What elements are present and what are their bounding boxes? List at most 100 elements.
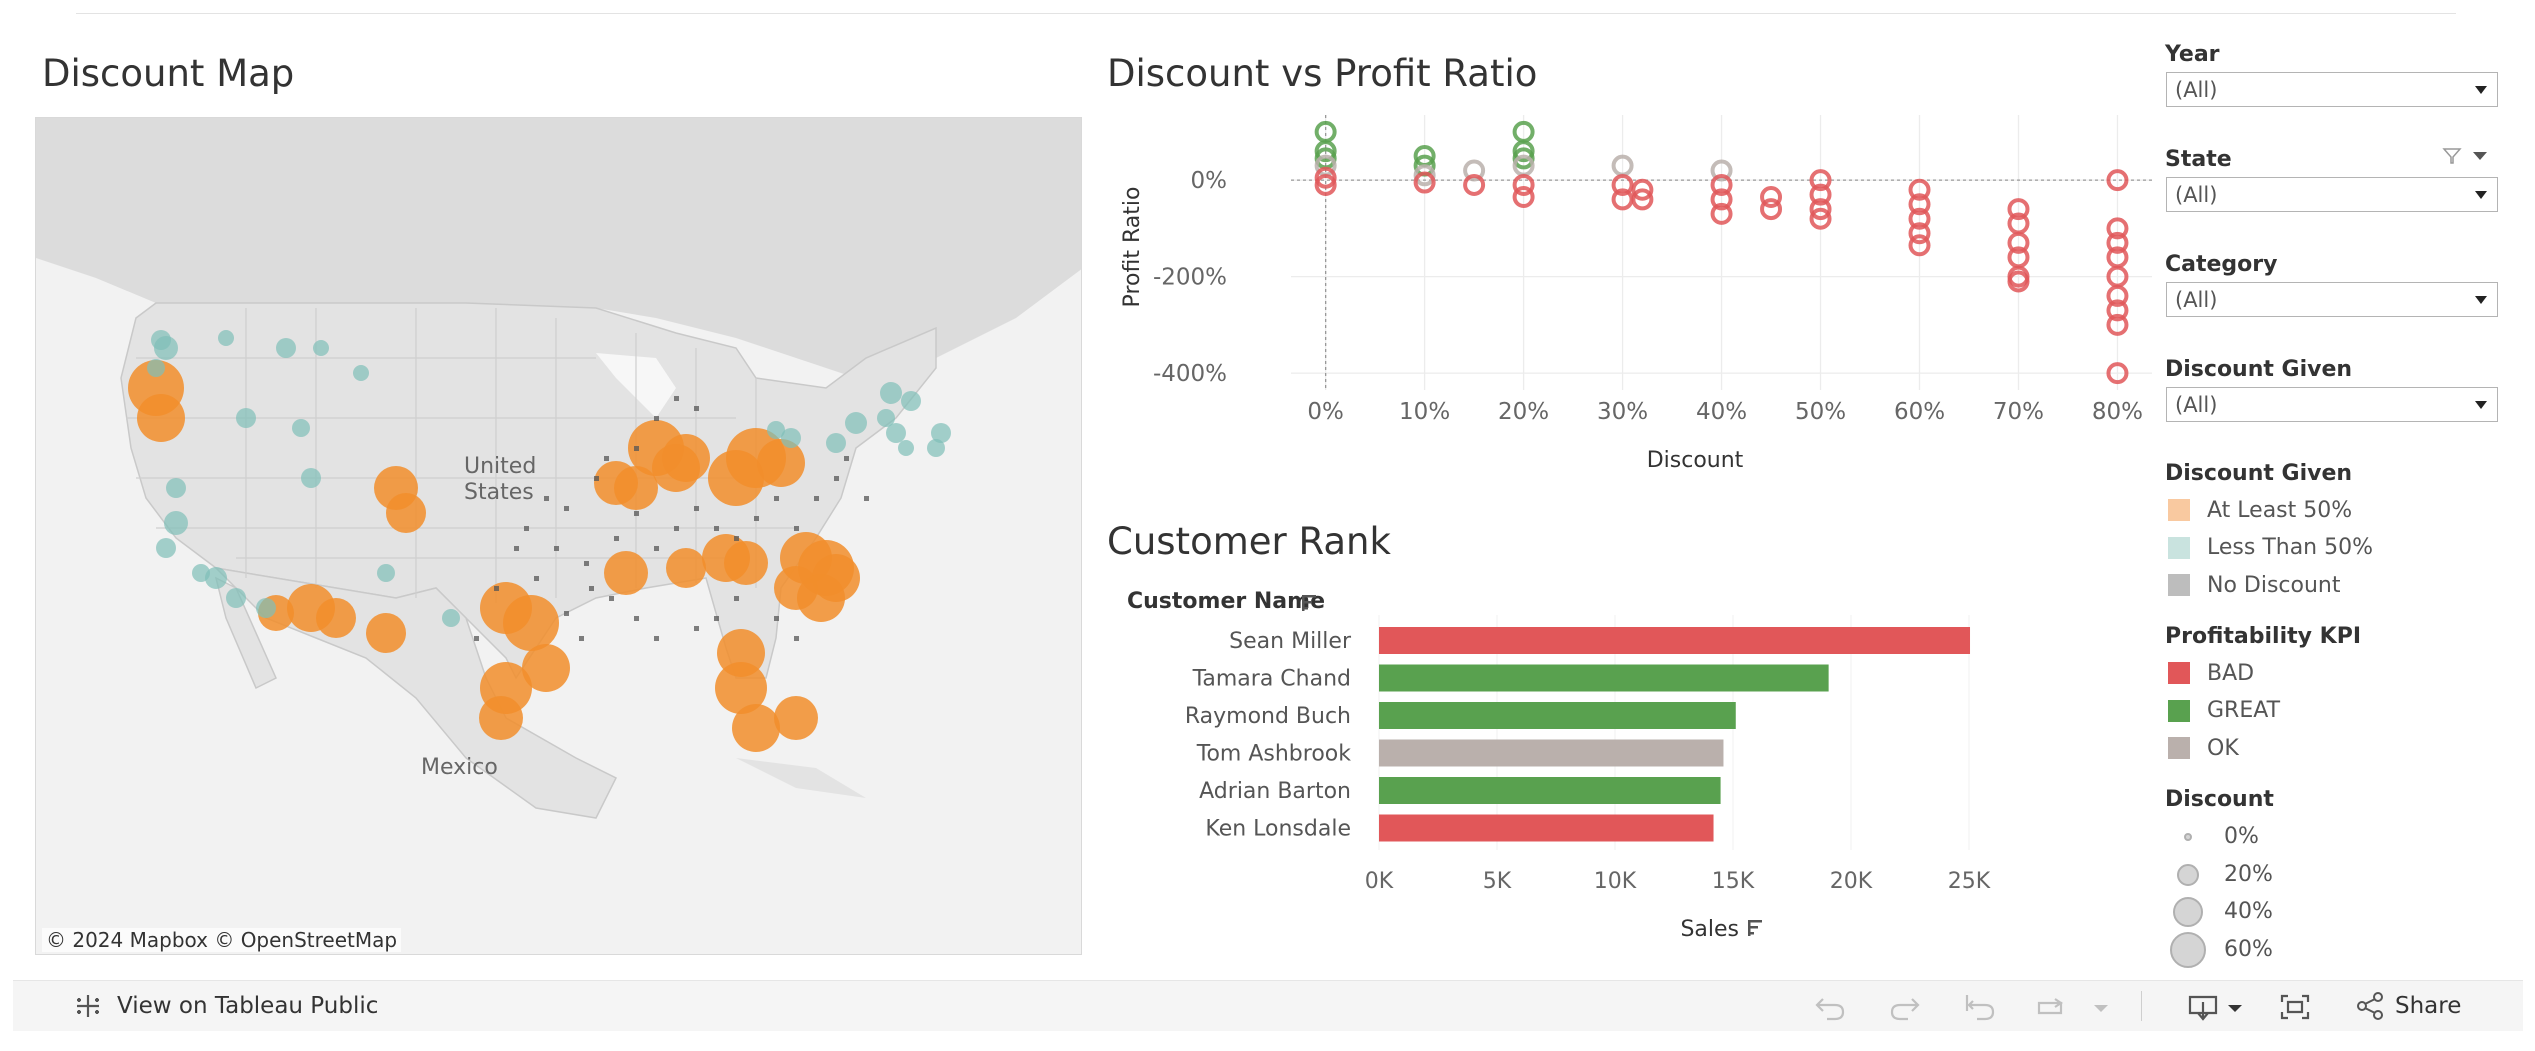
scatter-chart[interactable]: 0% 10% 20% 30% 40% 50% 60% 70% 80% 0% -200% -400% Di… [1107, 105, 2152, 485]
discount-map[interactable]: United States Mexico © 2024 Mapbox © Ope… [35, 117, 1082, 955]
map-marker-teal [236, 408, 256, 428]
map-marker-city [694, 626, 699, 631]
map-marker-teal [377, 564, 395, 582]
map-marker-teal [205, 567, 227, 589]
map-marker-city [734, 596, 739, 601]
map-marker-teal [154, 336, 178, 360]
map-canvas[interactable]: United States Mexico [36, 118, 1082, 955]
size-circle [2170, 931, 2206, 968]
map-marker-orange [724, 541, 768, 585]
legend-label: No Discount [2207, 572, 2341, 598]
bar-ken-lonsdale [1379, 814, 1714, 842]
legend-kpi-title: Profitability KPI [2165, 624, 2362, 649]
filter-label-discount-given: Discount Given [2165, 357, 2353, 382]
customer-rank-chart[interactable]: Sean Miller Tamara Chand Raymond Buch Tom A… [1107, 585, 2152, 950]
map-marker-orange [366, 613, 406, 653]
map-marker-city [654, 546, 659, 551]
x-tick-label: 80% [2092, 399, 2143, 425]
map-marker-city [534, 576, 539, 581]
y-tick-label: -400% [1153, 361, 1227, 387]
map-marker-teal [898, 440, 914, 456]
map-marker-city [584, 561, 589, 566]
x-tick-label: 15K [1712, 869, 1755, 894]
map-marker-teal [292, 419, 310, 437]
filter-value: (All) [2175, 288, 2218, 312]
map-title: Discount Map [42, 52, 295, 95]
revert-icon[interactable] [1963, 993, 1997, 1021]
filter-label-category: Category [2165, 252, 2278, 277]
map-marker-orange [479, 696, 523, 740]
map-attribution[interactable]: © 2024 Mapbox © OpenStreetMap [42, 928, 402, 952]
map-marker-teal [256, 598, 276, 618]
dropdown-arrow-icon [2475, 86, 2487, 94]
map-label-states: States [464, 480, 534, 505]
filter-select-year[interactable]: (All) [2166, 72, 2498, 107]
filter-value: (All) [2175, 183, 2218, 207]
x-tick-label: 5K [1483, 869, 1512, 894]
legend-item[interactable]: BAD [2168, 659, 2254, 687]
refresh-icon[interactable] [2033, 993, 2067, 1021]
dropdown-arrow-icon [2475, 296, 2487, 304]
map-marker-teal [353, 365, 369, 381]
x-tick-label: 20% [1498, 399, 1549, 425]
dropdown-arrow-icon [2475, 401, 2487, 409]
download-icon[interactable] [2186, 993, 2220, 1021]
legend-item[interactable]: Less Than 50% [2168, 534, 2373, 562]
filter-value: (All) [2175, 393, 2218, 417]
x-tick-label: 25K [1948, 869, 1991, 894]
map-marker-orange [652, 444, 700, 492]
map-marker-city [494, 586, 499, 591]
scatter-title: Discount vs Profit Ratio [1107, 52, 1538, 95]
map-label-united: United [464, 454, 536, 479]
map-marker-teal [166, 478, 186, 498]
category-label: Raymond Buch [1185, 704, 1351, 729]
map-marker-city [634, 511, 639, 516]
map-marker-orange [503, 595, 559, 651]
view-on-tableau-public-button[interactable]: View on Tableau Public [71, 989, 378, 1023]
map-marker-city [834, 476, 839, 481]
legend-item[interactable]: OK [2168, 734, 2239, 762]
map-marker-orange [797, 574, 845, 622]
map-marker-orange [604, 551, 648, 595]
category-label: Adrian Barton [1199, 779, 1351, 804]
redo-icon[interactable] [1888, 993, 1922, 1021]
legend-swatch [2168, 499, 2190, 521]
map-marker-teal [147, 359, 165, 377]
filter-value: (All) [2175, 78, 2218, 102]
y-axis-title: Customer Name [1127, 589, 1325, 614]
bar-tom-ashbrook [1379, 739, 1724, 767]
legend-item[interactable]: At Least 50% [2168, 496, 2352, 524]
share-icon [2357, 992, 2383, 1020]
map-marker-city [634, 446, 639, 451]
map-marker-city [589, 586, 594, 591]
legend-item[interactable]: No Discount [2168, 571, 2341, 599]
x-tick-label: 0% [1307, 399, 1344, 425]
map-marker-city [609, 596, 614, 601]
view-on-tableau-public-label: View on Tableau Public [117, 993, 379, 1019]
bar-adrian-barton [1379, 777, 1721, 804]
legend-item[interactable]: GREAT [2168, 697, 2280, 725]
tableau-logo-icon [77, 995, 99, 1017]
filter-select-category[interactable]: (All) [2166, 282, 2498, 317]
fullscreen-icon[interactable] [2278, 993, 2312, 1021]
filter-icon[interactable] [2442, 147, 2462, 165]
x-axis-title: Sales [1680, 917, 1739, 942]
map-marker-city [844, 456, 849, 461]
share-button[interactable]: Share [2353, 989, 2461, 1023]
legend-label: BAD [2207, 660, 2255, 686]
category-label: Ken Lonsdale [1205, 817, 1351, 842]
map-marker-city [754, 516, 759, 521]
download-dropdown-icon[interactable] [2225, 993, 2245, 1021]
filter-select-discount-given[interactable]: (All) [2166, 387, 2498, 422]
chevron-down-icon[interactable] [2472, 150, 2488, 162]
map-marker-teal [880, 382, 902, 404]
y-axis-title: Profit Ratio [1120, 187, 1145, 308]
legend-label: At Least 50% [2207, 497, 2353, 523]
map-marker-city [634, 616, 639, 621]
x-axis-title: Discount [1647, 448, 1744, 473]
refresh-dropdown-icon[interactable] [2091, 993, 2111, 1021]
undo-icon[interactable] [1813, 993, 1847, 1021]
x-tick-label: 20K [1830, 869, 1873, 894]
filter-select-state[interactable]: (All) [2166, 177, 2498, 212]
map-marker-city [654, 636, 659, 641]
